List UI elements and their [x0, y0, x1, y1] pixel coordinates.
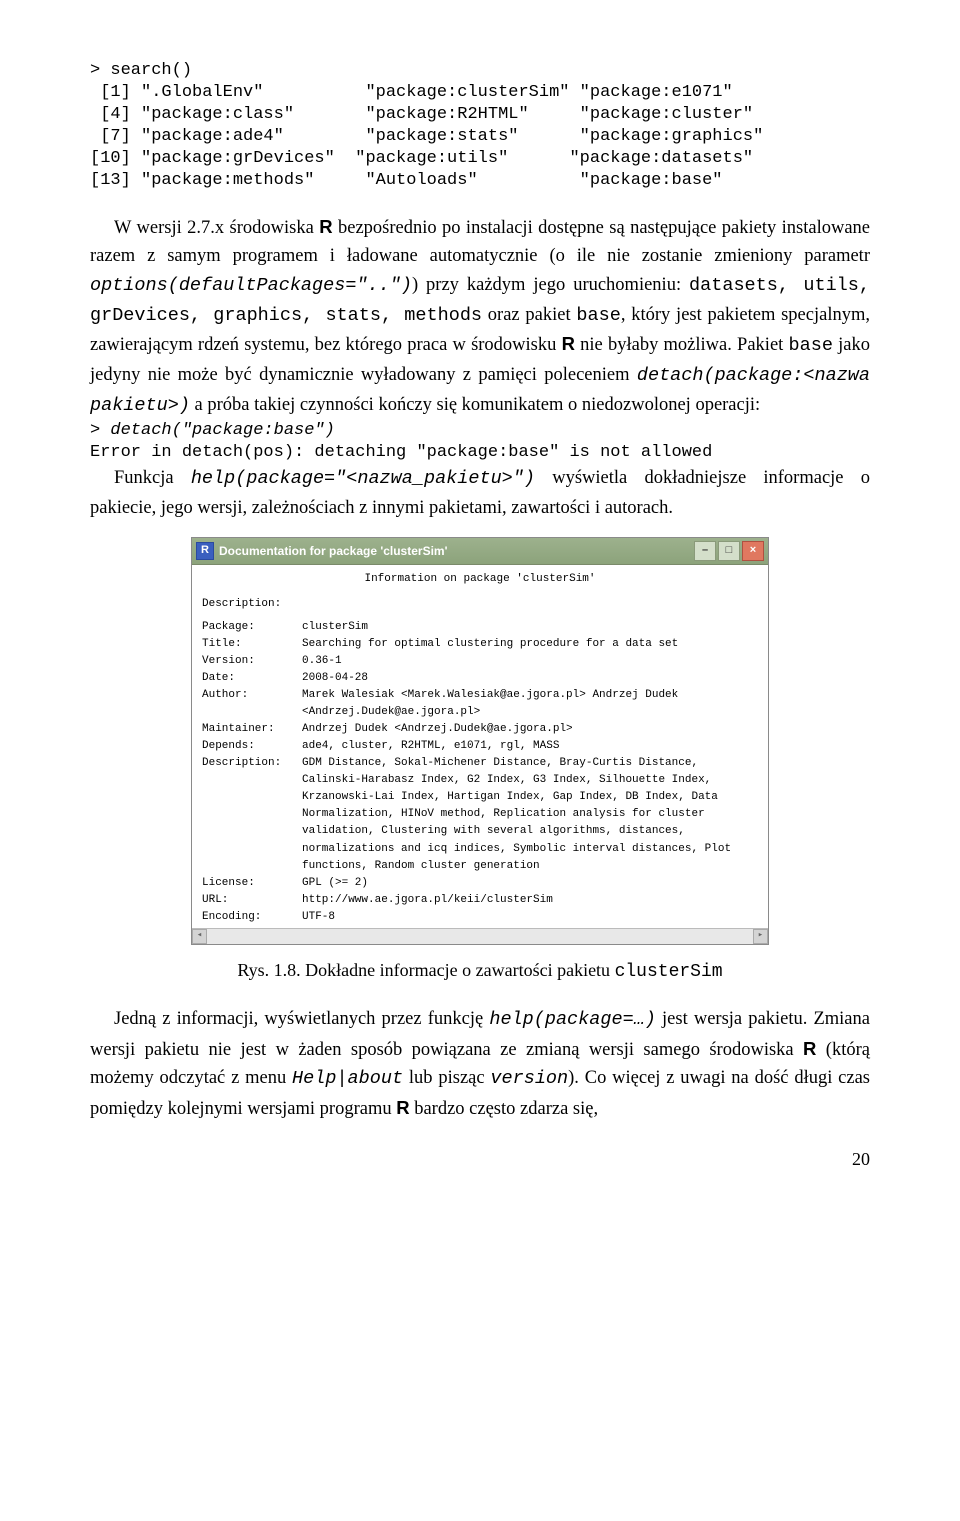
- paragraph-3: Jedną z informacji, wyświetlanych przez …: [90, 1005, 870, 1124]
- maximize-button[interactable]: □: [718, 541, 740, 561]
- table-row: Depends:ade4, cluster, R2HTML, e1071, rg…: [202, 738, 758, 755]
- paragraph-2: Funkcja help(package="<nazwa_pakietu>") …: [90, 464, 870, 522]
- r-logo: R: [803, 1038, 816, 1059]
- r-logo: R: [562, 333, 575, 354]
- text: Funkcja: [114, 468, 191, 488]
- field-key: Version:: [202, 653, 302, 670]
- window-title: Documentation for package 'clusterSim': [219, 542, 447, 561]
- page-number: 20: [90, 1146, 870, 1174]
- field-key: Maintainer:: [202, 721, 302, 738]
- field-key: Package:: [202, 619, 302, 636]
- field-value: Marek Walesiak <Marek.Walesiak@ae.jgora.…: [302, 687, 758, 721]
- table-row: Author:Marek Walesiak <Marek.Walesiak@ae…: [202, 687, 758, 721]
- field-value: 0.36-1: [302, 653, 758, 670]
- titlebar: R Documentation for package 'clusterSim'…: [192, 538, 768, 565]
- code-detach-cmd: > detach("package:base") Error in detach…: [90, 420, 870, 464]
- table-row: Encoding:UTF-8: [202, 909, 758, 926]
- code-inline: help(package="<nazwa_pakietu>"): [191, 468, 535, 489]
- text: lub pisząc: [403, 1068, 490, 1088]
- table-row: Title:Searching for optimal clustering p…: [202, 636, 758, 653]
- field-value: Searching for optimal clustering procedu…: [302, 636, 758, 653]
- r-logo: R: [319, 216, 332, 237]
- code-search-output: > search() [1] ".GlobalEnv" "package:clu…: [90, 60, 870, 193]
- field-value: Andrzej Dudek <Andrzej.Dudek@ae.jgora.pl…: [302, 721, 758, 738]
- code-inline: options(defaultPackages=".."): [90, 275, 412, 296]
- horizontal-scrollbar[interactable]: ◂ ▸: [192, 928, 768, 944]
- paragraph-1: W wersji 2.7.x środowiska R bezpośrednio…: [90, 213, 870, 421]
- code-inline: help(package=…): [489, 1009, 656, 1030]
- close-button[interactable]: ×: [742, 541, 764, 561]
- text: ) przy każdym jego uruchomieniu:: [412, 275, 689, 295]
- table-row: Version:0.36-1: [202, 653, 758, 670]
- window-body: Information on package 'clusterSim' Desc…: [192, 565, 768, 928]
- text: nie byłaby możliwa. Pakiet: [575, 335, 789, 355]
- r-logo: R: [396, 1097, 409, 1118]
- code-inline: clusterSim: [615, 962, 723, 982]
- help-window: R Documentation for package 'clusterSim'…: [191, 537, 769, 945]
- description-table: Package:clusterSimTitle:Searching for op…: [202, 619, 758, 926]
- text: W wersji 2.7.x środowiska: [114, 218, 319, 238]
- text: a próba takiej czynności kończy się komu…: [190, 395, 760, 415]
- field-key: URL:: [202, 892, 302, 909]
- field-key: License:: [202, 875, 302, 892]
- text: bardzo często zdarza się,: [410, 1099, 599, 1119]
- text: oraz pakiet: [482, 305, 576, 325]
- field-value: UTF-8: [302, 909, 758, 926]
- minimize-button[interactable]: –: [694, 541, 716, 561]
- table-row: Maintainer:Andrzej Dudek <Andrzej.Dudek@…: [202, 721, 758, 738]
- field-key: Author:: [202, 687, 302, 721]
- text: Rys. 1.8. Dokładne informacje o zawartoś…: [237, 960, 614, 980]
- table-row: Package:clusterSim: [202, 619, 758, 636]
- field-value: clusterSim: [302, 619, 758, 636]
- field-key: Description:: [202, 755, 302, 874]
- code-inline: base: [576, 305, 620, 326]
- scroll-right-button[interactable]: ▸: [753, 929, 768, 944]
- code-inline: base: [789, 335, 833, 356]
- field-key: Date:: [202, 670, 302, 687]
- table-row: URL:http://www.ae.jgora.pl/keii/clusterS…: [202, 892, 758, 909]
- field-key: Title:: [202, 636, 302, 653]
- table-row: Description:GDM Distance, Sokal-Michener…: [202, 755, 758, 874]
- code-line: > detach("package:base"): [90, 421, 335, 440]
- description-label: Description:: [202, 596, 758, 613]
- field-key: Depends:: [202, 738, 302, 755]
- figure-caption: Rys. 1.8. Dokładne informacje o zawartoś…: [90, 957, 870, 987]
- field-value: http://www.ae.jgora.pl/keii/clusterSim: [302, 892, 758, 909]
- table-row: Date:2008-04-28: [202, 670, 758, 687]
- info-heading: Information on package 'clusterSim': [202, 571, 758, 588]
- field-value: 2008-04-28: [302, 670, 758, 687]
- scroll-left-button[interactable]: ◂: [192, 929, 207, 944]
- field-key: Encoding:: [202, 909, 302, 926]
- code-inline: version: [490, 1068, 568, 1089]
- code-line: Error in detach(pos): detaching "package…: [90, 443, 712, 462]
- figure-window: R Documentation for package 'clusterSim'…: [90, 537, 870, 947]
- r-app-icon: R: [196, 542, 214, 560]
- field-value: GPL (>= 2): [302, 875, 758, 892]
- window-controls: – □ ×: [694, 541, 764, 561]
- code-inline: Help|about: [292, 1068, 403, 1089]
- field-value: ade4, cluster, R2HTML, e1071, rgl, MASS: [302, 738, 758, 755]
- field-value: GDM Distance, Sokal-Michener Distance, B…: [302, 755, 758, 874]
- text: Jedną z informacji, wyświetlanych przez …: [114, 1009, 489, 1029]
- table-row: License:GPL (>= 2): [202, 875, 758, 892]
